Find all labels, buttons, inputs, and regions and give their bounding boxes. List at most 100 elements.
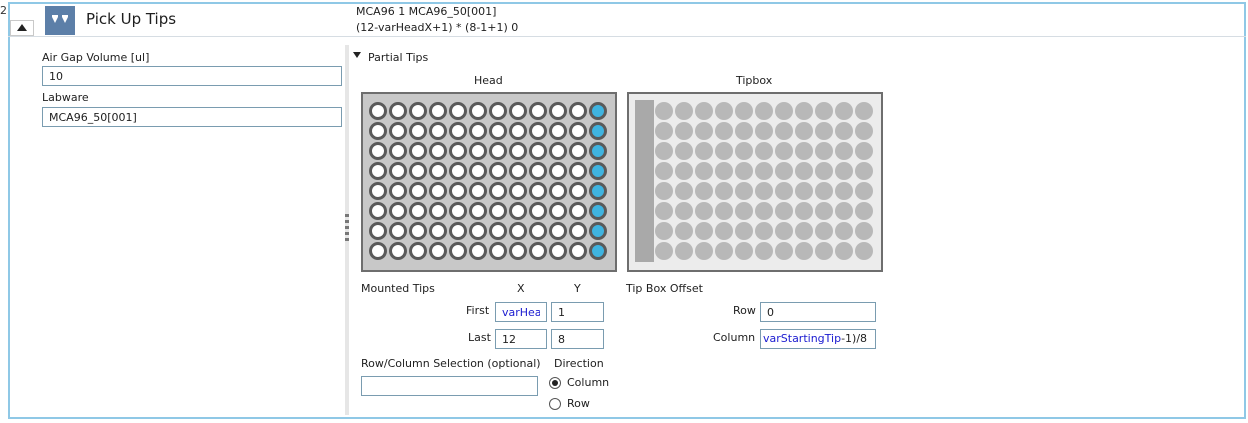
panel-splitter[interactable] [345,45,349,415]
rowcol-selection-input[interactable] [361,376,538,396]
tipbox-tip[interactable] [695,202,713,220]
tipbox-tip[interactable] [715,142,733,160]
tipbox-tip[interactable] [775,162,793,180]
tipbox-tip[interactable] [735,242,753,260]
tipbox-tip[interactable] [815,142,833,160]
tipbox-tip[interactable] [695,142,713,160]
tipbox-tip[interactable] [855,182,873,200]
tipbox-tip[interactable] [835,102,853,120]
tipbox-tip[interactable] [835,142,853,160]
tipbox-tip[interactable] [695,222,713,240]
tipbox-tip[interactable] [715,122,733,140]
tipbox-tip[interactable] [815,242,833,260]
tipbox-tip[interactable] [855,102,873,120]
tipbox-tip[interactable] [655,202,673,220]
tipbox-tip[interactable] [655,242,673,260]
tipbox-tip[interactable] [735,122,753,140]
tipbox-tip[interactable] [695,242,713,260]
tipbox-tip[interactable] [795,142,813,160]
tipbox-tip[interactable] [755,202,773,220]
tipbox-tip[interactable] [735,222,753,240]
tipbox-tip[interactable] [855,122,873,140]
tipbox-tip[interactable] [695,162,713,180]
tipbox-tip[interactable] [735,182,753,200]
tipbox-tip[interactable] [675,122,693,140]
air-gap-volume-input[interactable] [42,66,342,86]
tipbox-tip[interactable] [695,182,713,200]
tipbox-tip[interactable] [775,242,793,260]
tipbox-tip[interactable] [755,142,773,160]
tipbox-tip[interactable] [775,202,793,220]
tipbox-tip[interactable] [835,162,853,180]
tipbox-tip[interactable] [835,182,853,200]
tipbox-tip[interactable] [835,202,853,220]
tipbox-tip[interactable] [655,182,673,200]
tipbox-tip[interactable] [675,102,693,120]
tipbox-tip[interactable] [755,102,773,120]
tipbox-tip[interactable] [795,162,813,180]
collapse-toggle-icon[interactable] [10,20,34,36]
tipbox-tip[interactable] [715,102,733,120]
tipbox-tip[interactable] [715,182,733,200]
column-offset-input[interactable]: varStartingTip-1)/8 [760,329,876,349]
tipbox-tip[interactable] [775,222,793,240]
tipbox-tip[interactable] [675,222,693,240]
row-offset-input[interactable] [760,302,876,322]
tipbox-tip[interactable] [715,242,733,260]
last-x-input[interactable] [495,329,547,349]
tipbox-tip[interactable] [675,242,693,260]
tipbox-tip[interactable] [735,162,753,180]
tipbox-tip[interactable] [775,142,793,160]
tipbox-tip[interactable] [655,222,673,240]
tipbox-tip[interactable] [795,222,813,240]
section-expand-icon[interactable] [353,52,361,58]
tipbox-tip[interactable] [675,202,693,220]
tipbox-tip[interactable] [795,182,813,200]
tipbox-tip[interactable] [815,162,833,180]
tipbox-tip[interactable] [855,242,873,260]
tipbox-tip[interactable] [815,122,833,140]
direction-row-radio[interactable] [549,398,561,410]
tipbox-tip[interactable] [835,242,853,260]
tipbox-tip[interactable] [795,122,813,140]
tipbox-tip[interactable] [815,182,833,200]
tipbox-tip[interactable] [715,222,733,240]
tipbox-tip[interactable] [795,102,813,120]
tipbox-tip[interactable] [775,182,793,200]
first-x-input[interactable] [495,302,547,322]
tipbox-tip[interactable] [855,202,873,220]
tipbox-plate[interactable] [627,92,883,272]
tipbox-tip[interactable] [755,222,773,240]
direction-column-radio[interactable] [549,377,561,389]
first-y-input[interactable] [551,302,604,322]
tipbox-tip[interactable] [855,222,873,240]
tipbox-tip[interactable] [775,102,793,120]
tipbox-tip[interactable] [835,122,853,140]
tipbox-tip[interactable] [675,142,693,160]
tipbox-tip[interactable] [735,202,753,220]
tipbox-tip[interactable] [815,202,833,220]
tipbox-tip[interactable] [775,122,793,140]
direction-column-label[interactable]: Column [567,376,609,389]
tipbox-tip[interactable] [755,122,773,140]
labware-input[interactable] [42,107,342,127]
tipbox-tip[interactable] [835,222,853,240]
tipbox-tip[interactable] [795,202,813,220]
tipbox-tip[interactable] [815,102,833,120]
tipbox-tip[interactable] [755,162,773,180]
tipbox-tip[interactable] [855,162,873,180]
tipbox-tip[interactable] [855,142,873,160]
tipbox-tip[interactable] [795,242,813,260]
tipbox-tip[interactable] [655,142,673,160]
tipbox-tip[interactable] [655,102,673,120]
tipbox-tip[interactable] [735,142,753,160]
tipbox-tip[interactable] [675,182,693,200]
tipbox-tip[interactable] [695,102,713,120]
tipbox-tip[interactable] [715,202,733,220]
tipbox-tip[interactable] [655,162,673,180]
last-y-input[interactable] [551,329,604,349]
direction-row-label[interactable]: Row [567,397,590,410]
tipbox-tip[interactable] [715,162,733,180]
tipbox-tip[interactable] [695,122,713,140]
tipbox-tip[interactable] [675,162,693,180]
